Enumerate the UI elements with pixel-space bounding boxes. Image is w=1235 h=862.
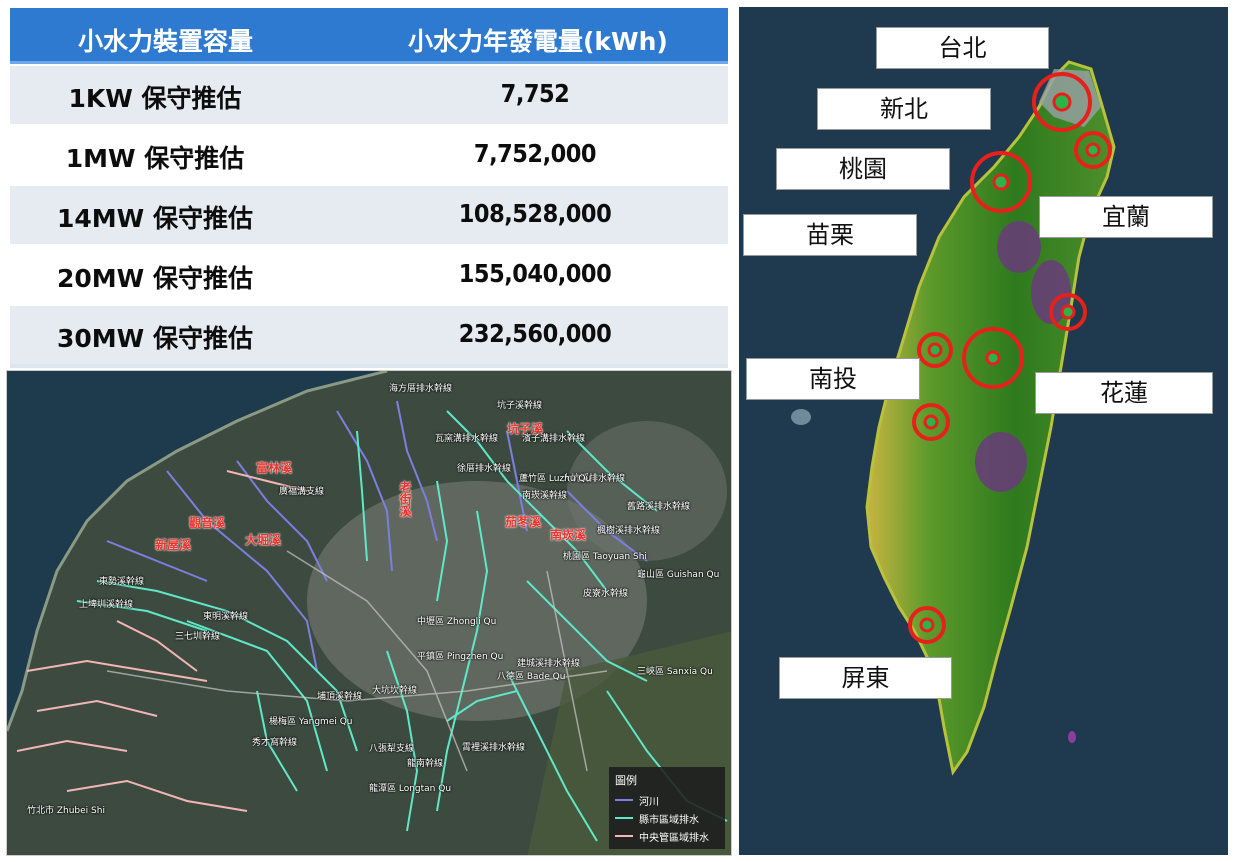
mountain-patch (975, 432, 1027, 492)
channel-label: 三七圳幹線 (175, 632, 221, 642)
taiwan-island-shape (791, 60, 1116, 776)
channel-label: 秀才窩幹線 (252, 738, 298, 748)
place-label: 楊梅區 Yangmei Qu (269, 717, 353, 727)
channel-label: 瓦窯溝排水幹線 (435, 434, 499, 444)
table-row: 20MW 保守推估 155,040,000 (10, 244, 728, 304)
place-label: 龍潭區 Longtan Qu (369, 784, 452, 794)
river-label: 大堀溪 (245, 533, 282, 547)
place-label: 三峽區 Sanxia Qu (637, 667, 713, 677)
channel-label: 建城溪排水幹線 (517, 659, 581, 669)
legend-swatch (615, 799, 633, 801)
city-label-new-taipei: 新北 (817, 88, 991, 130)
city-label-pingtung: 屏東 (779, 657, 952, 699)
channel-label: 楓樹溪排水幹線 (597, 526, 661, 536)
table-row: 14MW 保守推估 108,528,000 (10, 184, 728, 244)
table-row: 1MW 保守推估 7,752,000 (10, 124, 728, 184)
header-generation: 小水力年發電量(kWh) (408, 27, 668, 56)
city-label-miaoli: 苗栗 (743, 214, 917, 256)
generation-cell: 7,752,000 (473, 139, 597, 168)
legend-swatch (615, 817, 633, 819)
legend-title: 圖例 (615, 774, 637, 787)
city-label-taipei: 台北 (876, 27, 1049, 69)
place-label: 中壢區 Zhongli Qu (417, 617, 497, 627)
map-legend: 圖例 河川 縣市區域排水 中央管區域排水 (609, 767, 725, 849)
capacity-cell: 14MW 保守推估 (57, 204, 253, 233)
channel-label: 埔頂溪幹線 (317, 692, 363, 702)
place-label: 八德區 Bade Qu (497, 672, 566, 682)
channel-label: 南崁溪幹線 (522, 491, 568, 501)
place-label: 桃園區 Taoyuan Shi (563, 552, 647, 562)
legend-swatch (615, 835, 633, 837)
capacity-cell: 30MW 保守推估 (57, 324, 253, 353)
city-label-nantou: 南投 (746, 358, 920, 400)
place-label: 龜山區 Guishan Qu (637, 570, 720, 580)
channel-label: 海方厝排水幹線 (389, 384, 453, 394)
place-label: 蘆竹區 Luzhu Qu (519, 474, 592, 484)
mountain-patch (997, 221, 1041, 273)
city-label-yilan: 宜蘭 (1039, 196, 1213, 238)
river-label: 茄苳溪 (505, 515, 542, 529)
channel-label: 八張犁支線 (369, 744, 415, 754)
channel-label: 霄裡溪排水幹線 (462, 743, 526, 753)
city-label-hualien: 花蓮 (1035, 372, 1213, 414)
penghu-islands (791, 409, 811, 425)
capacity-cell: 20MW 保守推估 (57, 264, 253, 293)
legend-label: 縣市區域排水 (639, 815, 699, 826)
table-header: 小水力裝置容量 小水力年發電量(kWh) (10, 8, 728, 64)
channel-label: 皮寮水幹線 (583, 589, 629, 599)
table-row: 30MW 保守推估 232,560,000 (10, 304, 728, 364)
generation-cell: 7,752 (500, 79, 570, 108)
river-label: 南崁溪 (550, 528, 587, 542)
channel-label: 徐厝排水幹線 (457, 464, 512, 474)
legend-label: 中央管區域排水 (639, 833, 709, 844)
channel-label: 廣福溝支線 (279, 487, 325, 497)
legend-item-central-drainage: 中央管區域排水 (615, 829, 725, 844)
channel-label: 龍南幹線 (407, 759, 444, 769)
river-label: 觀音溪 (189, 516, 226, 530)
drainage-map: 富林溪 觀音溪 新屋溪 大堀溪 老街溪 坑子溪 茄苳溪 南崁溪 海方厝排水幹線 … (6, 370, 732, 856)
table-row: 1KW 保守推估 7,752 (10, 64, 728, 124)
legend-item-county-drainage: 縣市區域排水 (615, 811, 725, 826)
header-capacity: 小水力裝置容量 (78, 27, 254, 56)
generation-cell: 232,560,000 (458, 319, 612, 348)
capacity-cell: 1MW 保守推估 (65, 144, 245, 173)
place-label: 竹北市 Zhubei Shi (27, 806, 105, 816)
channel-label: 濱子溝排水幹線 (522, 434, 586, 444)
legend-item-river: 河川 (615, 793, 725, 808)
legend-label: 河川 (639, 797, 659, 808)
river-label: 富林溪 (256, 461, 293, 475)
capacity-cell: 1KW 保守推估 (68, 84, 242, 113)
generation-cell: 155,040,000 (458, 259, 612, 288)
taiwan-map: 台北 新北 桃園 苗栗 宜蘭 南投 花蓮 屏東 (739, 7, 1228, 855)
generation-cell: 108,528,000 (458, 199, 612, 228)
channel-label: 舊路溪排水幹線 (627, 502, 691, 512)
green-island (1068, 731, 1076, 743)
channel-label: 上埤圳溪幹線 (79, 600, 134, 610)
channel-label: 東勢溪幹線 (99, 577, 145, 587)
channel-label: 大坑坎幹線 (372, 686, 418, 696)
channel-label: 東明溪幹線 (203, 612, 249, 622)
capacity-table: 小水力裝置容量 小水力年發電量(kWh) 1KW 保守推估 7,752 1MW … (10, 8, 728, 368)
channel-label: 坑子溪幹線 (497, 401, 543, 411)
place-label: 平鎮區 Pingzhen Qu (417, 652, 504, 662)
river-label: 老街溪 (398, 481, 412, 517)
river-label: 新屋溪 (155, 538, 192, 552)
city-label-taoyuan: 桃園 (776, 148, 950, 190)
urban-area (567, 421, 727, 561)
